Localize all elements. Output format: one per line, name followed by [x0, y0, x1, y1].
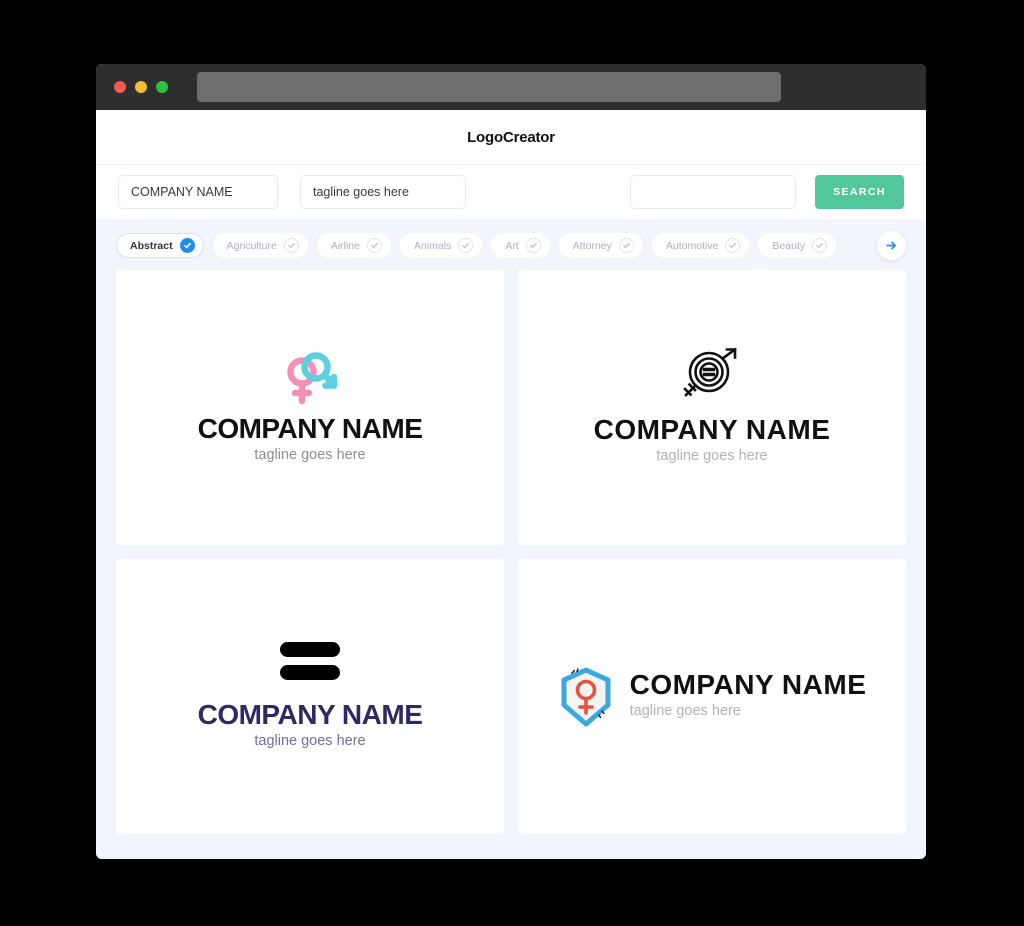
- category-chip-beauty[interactable]: Beauty: [758, 233, 837, 258]
- search-toolbar: SEARCH: [96, 165, 926, 219]
- category-chip-automotive[interactable]: Automotive: [651, 233, 750, 258]
- keyword-input[interactable]: [630, 175, 796, 209]
- category-chip-animals[interactable]: Animals: [400, 233, 483, 258]
- check-circle-icon: [367, 238, 382, 253]
- category-chip-list: Abstract Agriculture Airline Animals Art…: [96, 219, 926, 270]
- category-chip-label: Animals: [414, 239, 452, 252]
- logo-tagline: tagline goes here: [254, 446, 366, 463]
- logo-card[interactable]: COMPANY NAME tagline goes here: [518, 559, 906, 834]
- category-chip-airline[interactable]: Airline: [316, 233, 391, 258]
- logo-preview: COMPANY NAME tagline goes here: [198, 348, 423, 467]
- category-chip-agriculture[interactable]: Agriculture: [212, 233, 308, 258]
- logo-card[interactable]: COMPANY NAME tagline goes here: [116, 270, 504, 545]
- window-controls: [114, 81, 168, 93]
- category-chip-label: Abstract: [130, 239, 173, 252]
- next-categories-button[interactable]: [877, 231, 906, 260]
- search-button[interactable]: SEARCH: [815, 175, 904, 209]
- target-equals-gender-outline-icon: [683, 347, 737, 398]
- logo-preview: COMPANY NAME tagline goes here: [594, 347, 831, 468]
- logo-preview: COMPANY NAME tagline goes here: [198, 640, 423, 753]
- check-circle-icon: [283, 238, 299, 253]
- browser-window: LogoCreator SEARCH Abstract Agriculture …: [96, 64, 926, 859]
- page-title: LogoCreator: [467, 128, 555, 146]
- check-circle-icon: [458, 238, 474, 253]
- check-circle-icon: [525, 238, 541, 253]
- tagline-input[interactable]: [300, 175, 466, 209]
- logo-tagline: tagline goes here: [656, 447, 768, 464]
- logo-tagline: tagline goes here: [254, 732, 366, 749]
- shield-female-symbol-icon: [561, 667, 611, 726]
- equals-bars-icon: [279, 642, 340, 681]
- minimize-window-button[interactable]: [135, 81, 147, 93]
- app-header: LogoCreator: [96, 110, 926, 165]
- category-chip-art[interactable]: Art: [491, 233, 550, 258]
- category-chip-label: Beauty: [772, 239, 806, 252]
- check-circle-icon: [812, 238, 828, 253]
- arrow-right-icon: [886, 241, 897, 250]
- check-circle-icon: [618, 238, 634, 253]
- check-circle-icon: [179, 238, 195, 253]
- logo-company-name: COMPANY NAME: [197, 413, 423, 445]
- category-chip-label: Airline: [330, 239, 360, 252]
- address-bar[interactable]: [197, 72, 781, 102]
- category-chip-label: Attorney: [572, 239, 612, 252]
- logo-company-name: COMPANY NAME: [629, 669, 867, 701]
- logo-company-name: COMPANY NAME: [197, 699, 423, 731]
- gender-symbols-pink-blue-icon: [287, 352, 338, 405]
- category-chip-abstract[interactable]: Abstract: [116, 233, 204, 258]
- category-chip-label: Art: [505, 239, 519, 252]
- category-chip-attorney[interactable]: Attorney: [558, 233, 643, 258]
- logo-card[interactable]: COMPANY NAME tagline goes here: [518, 270, 906, 545]
- maximize-window-button[interactable]: [156, 81, 168, 93]
- browser-titlebar: [96, 64, 926, 110]
- logo-preview: COMPANY NAME tagline goes here: [558, 667, 867, 727]
- logo-results-grid: COMPANY NAME tagline goes here COMPANY N…: [96, 270, 926, 834]
- category-chip-label: Agriculture: [226, 239, 277, 252]
- company-name-input[interactable]: [118, 175, 278, 209]
- check-circle-icon: [725, 238, 741, 253]
- logo-tagline: tagline goes here: [629, 702, 741, 719]
- logo-company-name: COMPANY NAME: [593, 414, 831, 446]
- category-chip-label: Automotive: [665, 239, 719, 252]
- logo-card[interactable]: COMPANY NAME tagline goes here: [116, 559, 504, 834]
- results-page: Abstract Agriculture Airline Animals Art…: [96, 219, 926, 859]
- logo-text-block: COMPANY NAME tagline goes here: [630, 670, 867, 723]
- close-window-button[interactable]: [114, 81, 126, 93]
